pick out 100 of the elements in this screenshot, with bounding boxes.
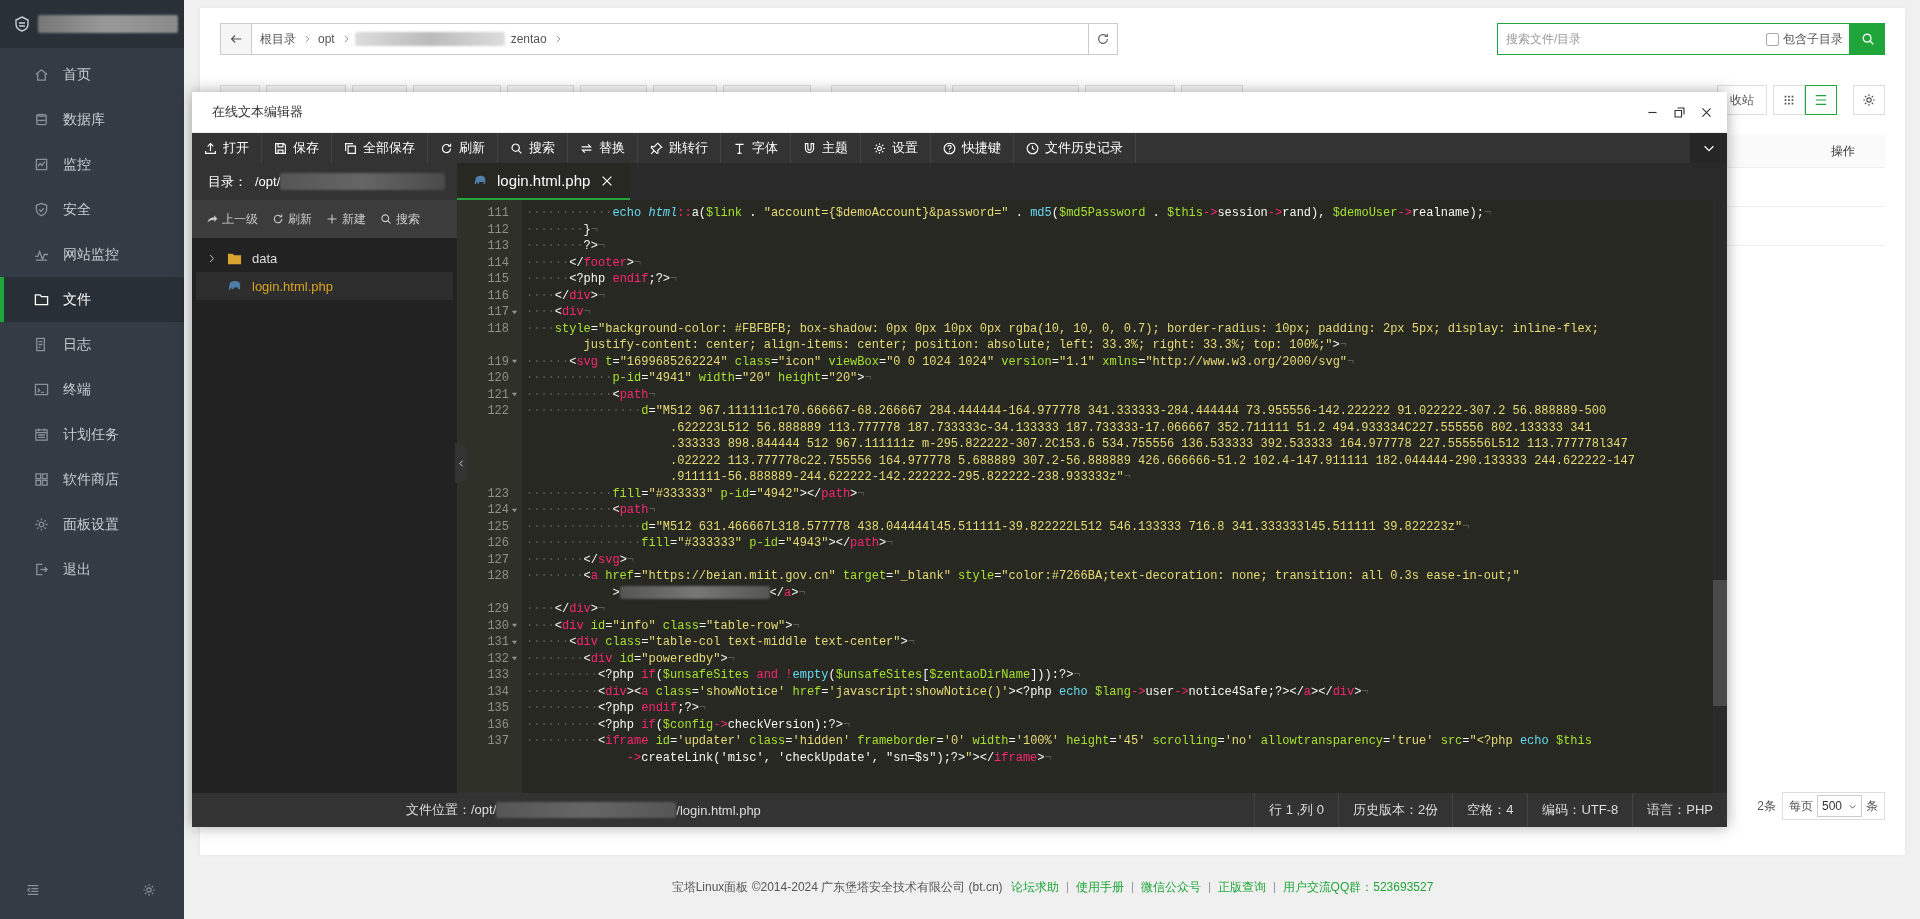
chevron-icon	[302, 34, 312, 44]
breadcrumb-link[interactable]: zentao	[508, 32, 549, 46]
fold-caret-icon[interactable]	[511, 358, 518, 366]
code-line: .622223L512 56.888889 113.777778 187.733333c-34.133333 187.733333-17.066667 352.711111 51.2 494.933334C227.555556 802.133333 341	[670, 419, 1592, 436]
arrow-icon	[206, 213, 218, 225]
magnet-icon	[803, 141, 816, 155]
sidebar-item[interactable]: 面板设置	[0, 502, 184, 547]
line-number: 117	[487, 305, 509, 320]
search-icon	[1860, 32, 1875, 46]
line-number: 120	[487, 371, 509, 386]
logout-icon	[34, 562, 49, 577]
line-number: 111	[487, 206, 509, 221]
code-line: .333333 898.844444 512 967.111111z m-295.822222-307.2C153.6 534.755556 136.533333 392.533333 164.977778 227.555556L512 113.777778l347	[670, 436, 1628, 453]
sidebar-item[interactable]: 终端	[0, 367, 184, 412]
status-item: 编码：UTF-8	[1527, 793, 1633, 827]
breadcrumb-link[interactable]: 根目录	[258, 30, 298, 48]
code-line: ····style="background-color: #FBFBFB; box-shadow: 0px 0px 10px 0px rgba(10, 10, 0, 0.7); border-radius: 10px; padding: 2px 5px; display: inline-flex;	[526, 320, 1599, 337]
directory-path: /opt/	[255, 174, 281, 189]
fold-caret-icon[interactable]	[511, 391, 518, 399]
file-action-button[interactable]: 上一级	[206, 210, 258, 228]
back-button[interactable]	[221, 24, 252, 54]
sidebar-item[interactable]: 数据库	[0, 97, 184, 142]
code-line: </a>¬	[769, 584, 806, 601]
back-arrow-icon	[229, 32, 243, 46]
collapse-handle[interactable]	[455, 443, 467, 483]
code-line: ··········<div><a class='showNotice' href='javascript:showNotice()'><?php echo $lang->user->notice4Safe;?></a></div>¬	[526, 683, 1369, 700]
tree-item[interactable]: login.html.php	[196, 272, 453, 300]
line-number: 129	[487, 602, 509, 617]
grid-view-icon	[1782, 93, 1796, 107]
settings-icon	[873, 141, 886, 155]
directory-label: 目录：	[208, 172, 247, 191]
fold-caret-icon[interactable]	[511, 622, 518, 630]
view-toggle[interactable]	[1805, 85, 1837, 115]
upload-icon	[204, 141, 217, 155]
breadcrumb-link[interactable]: opt	[316, 32, 337, 46]
file-action-button[interactable]: 搜索	[380, 210, 420, 228]
status-item: 行 1 ,列 0	[1254, 793, 1338, 827]
line-number: 130	[487, 618, 509, 633]
swap-icon	[580, 141, 593, 155]
code-line: .022222 113.777778c22.755556 164.977778 5.688889 307.2-56.888889 426.666666-51.2 102.4-147.911111 182.044444-290.133333 244.622222-147	[670, 452, 1635, 469]
file-action-button[interactable]: 刷新	[272, 210, 312, 228]
code-line: ····<div id="info" class="table-row">¬	[526, 617, 800, 634]
sidebar-item[interactable]: 日志	[0, 322, 184, 367]
page-size-label: 每页	[1788, 797, 1813, 815]
file-path-label: 文件位置：/opt/	[406, 801, 497, 819]
status-item: 历史版本：2份	[1337, 793, 1453, 827]
sidebar-item[interactable]: 计划任务	[0, 412, 184, 457]
line-number: 112	[487, 222, 509, 237]
clock-icon	[1026, 141, 1039, 155]
line-number: 134	[487, 684, 509, 699]
file-action-button[interactable]: 新建	[326, 210, 366, 228]
fold-caret-icon[interactable]	[511, 506, 518, 514]
code-line: ········}¬	[526, 221, 598, 238]
search-button[interactable]	[1850, 23, 1885, 55]
scrollbar-thumb[interactable]	[1713, 580, 1727, 706]
fold-caret-icon[interactable]	[511, 655, 518, 663]
maximize-icon[interactable]	[1673, 105, 1686, 119]
sidebar-item[interactable]: 监控	[0, 142, 184, 187]
search-icon	[510, 141, 523, 155]
fold-caret-icon[interactable]	[511, 308, 518, 316]
line-number: 137	[487, 734, 509, 749]
close-icon[interactable]	[1700, 105, 1713, 119]
code-line: ··········<?php if($config->checkVersion):?>¬	[526, 716, 851, 733]
settings-icon[interactable]	[142, 883, 156, 897]
sidebar-item[interactable]: 安全	[0, 187, 184, 232]
sidebar-item[interactable]: 软件商店	[0, 457, 184, 502]
tree-item[interactable]: data	[196, 244, 453, 272]
column-header: 操作	[1831, 142, 1856, 160]
shield-icon	[34, 202, 49, 217]
line-number: 128	[487, 569, 509, 584]
pulse-icon	[34, 247, 49, 262]
pin-icon	[650, 141, 663, 155]
code-line: ··········<iframe id='updater' class='hidden' frameborder='0' width='100%' height='45' scrolling='no' allowtransparency='true' src="<?php echo $this	[526, 733, 1592, 750]
sidebar-item[interactable]: 网站监控	[0, 232, 184, 277]
status-item: 语言：PHP	[1632, 793, 1727, 827]
code-line: ······<svg t="1699685262224" class="icon" viewBox="0 0 1024 1024" version="1.1" xmlns="http://www.w3.org/2000/svg"¬	[526, 353, 1355, 370]
line-number: 115	[487, 272, 509, 287]
calendar-icon	[34, 427, 49, 442]
line-number: 127	[487, 552, 509, 567]
page-size-select[interactable]: 500	[1816, 795, 1862, 817]
status-item: 空格：4	[1452, 793, 1528, 827]
settings-icon	[1862, 93, 1876, 107]
code-line: ··········<?php if($unsafeSites and !empty($unsafeSites[$zentaoDirName])):?>¬	[526, 667, 1081, 684]
menu-icon[interactable]	[26, 883, 40, 897]
sidebar-item[interactable]: 退出	[0, 547, 184, 592]
code-line: ······<div class="table-col text-middle text-center">¬	[526, 634, 915, 651]
code-line: ····<div¬	[526, 304, 591, 321]
line-number: 132	[487, 651, 509, 666]
code-line: ········</svg>¬	[526, 551, 635, 568]
code-line: ················d="M512 967.111111c170.666667-68.266667 284.444444-164.977778 341.333333-284.444444 73.955556-142.222222 91.022222-307.2 56.888889-500	[526, 403, 1607, 420]
sidebar-item[interactable]: 文件	[0, 277, 184, 322]
code-line: ················fill="#333333" p-id="4943"></path>¬	[526, 535, 894, 552]
file-tab[interactable]: login.html.php	[457, 163, 631, 200]
search-field[interactable]: 搜索文件/目录 包含子目录	[1497, 23, 1850, 55]
line-number: 131	[487, 635, 509, 650]
include-subdirs-checkbox[interactable]: 包含子目录	[1766, 30, 1843, 48]
sidebar-item[interactable]: 首页	[0, 52, 184, 97]
fold-caret-icon[interactable]	[511, 638, 518, 646]
home-icon	[34, 67, 49, 82]
settings-button[interactable]	[1853, 85, 1885, 115]
